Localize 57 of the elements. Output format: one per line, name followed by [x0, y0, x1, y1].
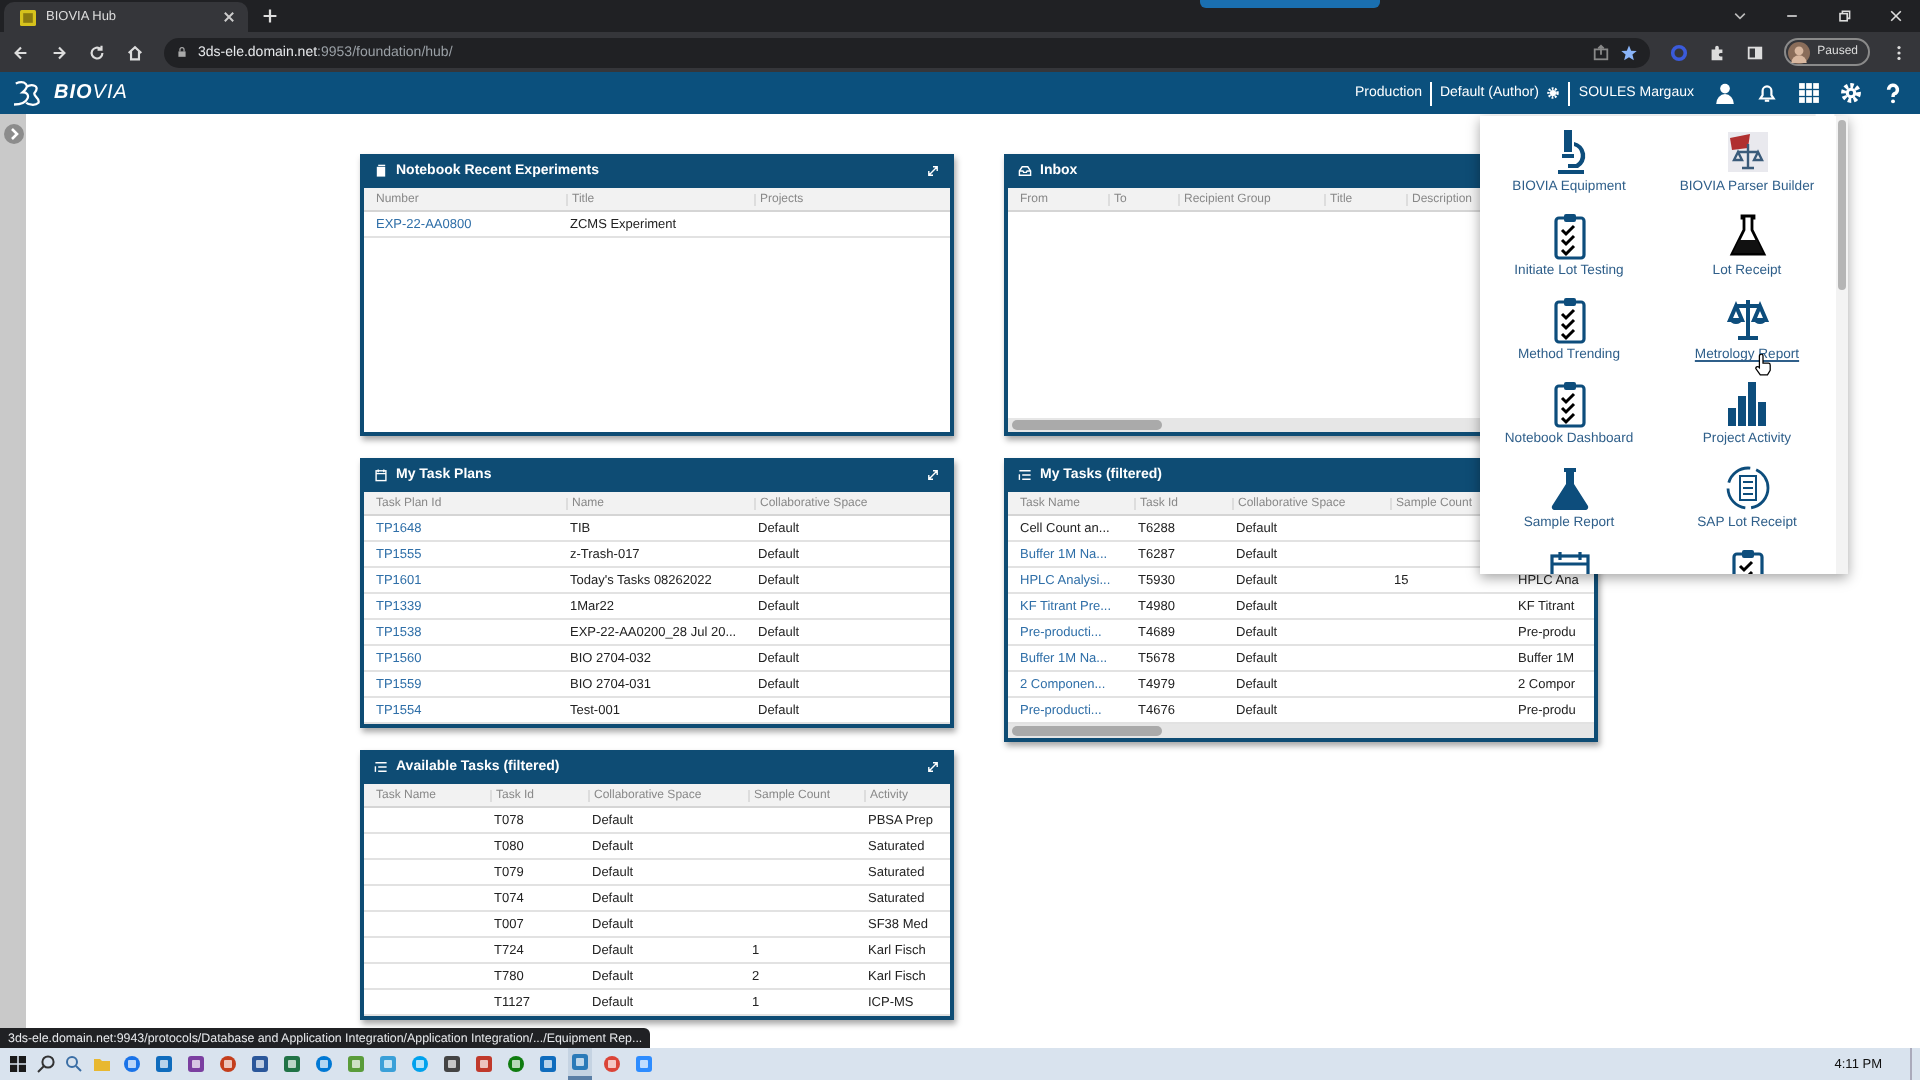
home-icon[interactable]: [126, 43, 144, 61]
calendar-icon: [374, 468, 388, 482]
user-icon[interactable]: [1714, 82, 1736, 104]
app-tile-icon[interactable]: [570, 1052, 590, 1072]
expand-icon[interactable]: [926, 760, 940, 774]
avatar-icon: [1787, 41, 1810, 63]
app-tile-icon[interactable]: [250, 1054, 270, 1074]
inbox-icon: [1018, 164, 1032, 178]
search-icon[interactable]: [36, 1054, 56, 1074]
app-tile-icon[interactable]: [346, 1054, 366, 1074]
back-icon[interactable]: [12, 43, 30, 61]
close-tab-icon[interactable]: [222, 10, 236, 24]
expand-icon[interactable]: [926, 164, 940, 178]
settings-icon[interactable]: [1840, 82, 1862, 104]
app-tile-icon[interactable]: [154, 1054, 174, 1074]
app-tile-icon[interactable]: [538, 1054, 558, 1074]
cycle-document-icon[interactable]: [1723, 464, 1771, 512]
list-icon: [1018, 468, 1032, 482]
gear-icon[interactable]: [1546, 86, 1561, 100]
chevron-down-icon[interactable]: [1732, 8, 1748, 24]
brand-name: BIOVIA: [54, 82, 128, 104]
app-tile-icon[interactable]: [602, 1054, 622, 1074]
share-icon[interactable]: [1591, 43, 1610, 61]
app-tile-icon[interactable]: [378, 1054, 398, 1074]
apps-grid-icon[interactable]: [1798, 82, 1820, 104]
reload-icon[interactable]: [88, 43, 106, 61]
list-icon: [374, 760, 388, 774]
forward-icon[interactable]: [50, 43, 68, 61]
app-tile-icon[interactable]: [314, 1054, 334, 1074]
app-tile-icon[interactable]: [506, 1054, 526, 1074]
windows-logo-icon[interactable]: [8, 1054, 28, 1074]
restore-icon[interactable]: [1836, 8, 1852, 24]
app-tile-icon[interactable]: [410, 1054, 430, 1074]
app-tile-icon[interactable]: [442, 1054, 462, 1074]
scales-icon[interactable]: [1723, 296, 1771, 344]
app-tile-icon[interactable]: [186, 1054, 206, 1074]
logo-icon: [10, 79, 46, 107]
bell-icon[interactable]: [1756, 82, 1778, 104]
app-tile-icon[interactable]: [474, 1054, 494, 1074]
side-panel-icon[interactable]: [1745, 43, 1764, 61]
expand-sidebar-button[interactable]: [3, 124, 23, 144]
scales-picture-icon[interactable]: [1723, 128, 1771, 176]
scrollbar[interactable]: [1836, 116, 1848, 574]
app-tile-icon[interactable]: [282, 1054, 302, 1074]
app-tile-icon[interactable]: [122, 1054, 142, 1074]
expand-icon[interactable]: [926, 468, 940, 482]
lock-icon: [176, 46, 188, 58]
app-tile-icon[interactable]: [218, 1054, 238, 1074]
puzzle-icon[interactable]: [1707, 43, 1726, 61]
scrollbar[interactable]: [1008, 724, 1594, 738]
new-tab-icon[interactable]: [262, 8, 278, 24]
app-tile-icon[interactable]: [634, 1054, 654, 1074]
help-icon[interactable]: [1882, 82, 1904, 104]
close-icon[interactable]: [1888, 8, 1904, 24]
bar-chart-icon[interactable]: [1723, 380, 1771, 428]
favicon-icon: [20, 9, 36, 25]
star-icon[interactable]: [1619, 43, 1638, 61]
